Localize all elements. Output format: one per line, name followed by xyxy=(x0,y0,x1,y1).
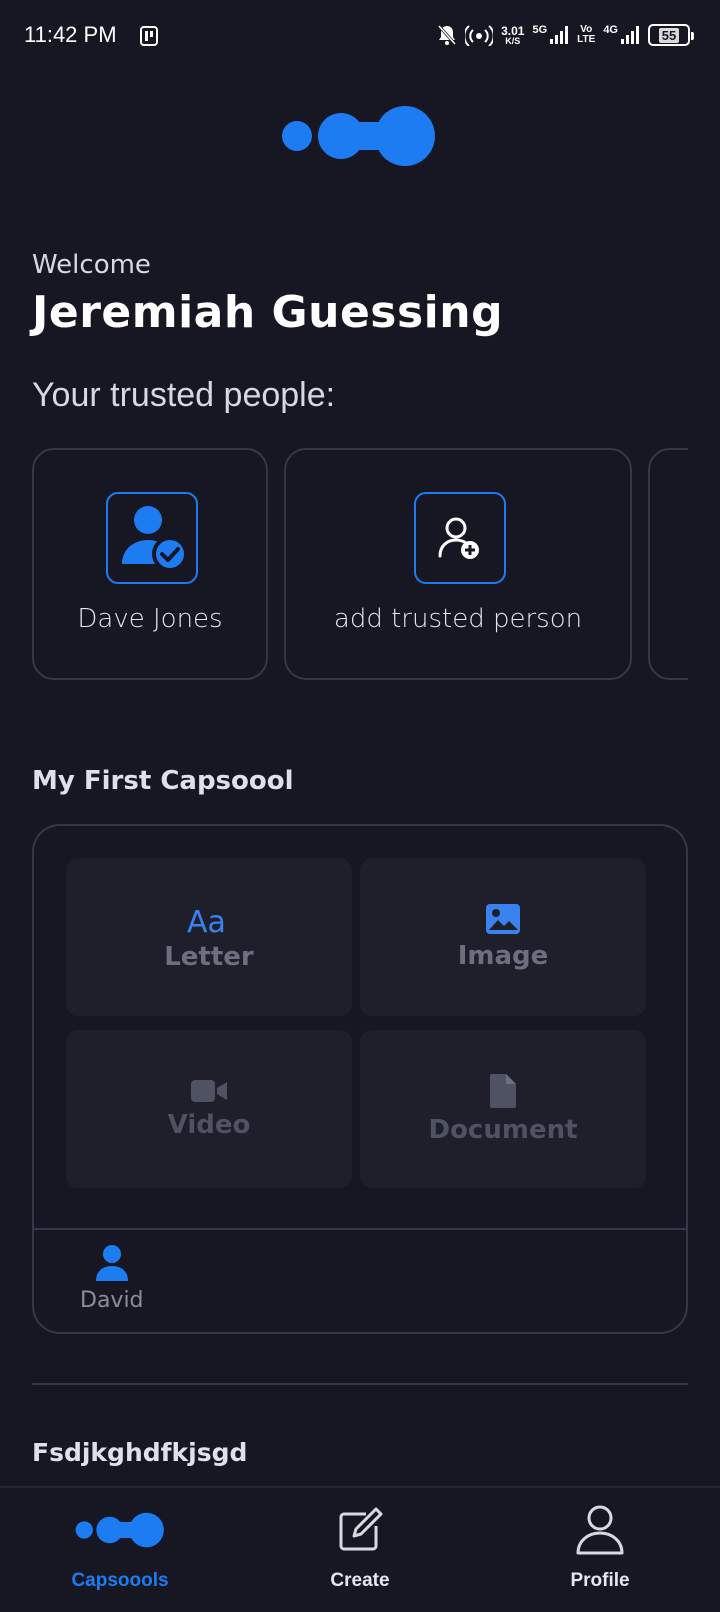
nav-profile[interactable]: Profile xyxy=(500,1488,700,1612)
trusted-person-card[interactable]: Dave Jones xyxy=(32,448,268,680)
capsule-card: Aa Letter Image Video Document David xyxy=(32,824,688,1334)
welcome-label: Welcome xyxy=(32,250,151,280)
capsule-recipient[interactable]: David xyxy=(80,1244,144,1313)
add-user-icon xyxy=(414,492,506,584)
user-name: Jeremiah Guessing xyxy=(32,287,504,338)
image-tile[interactable]: Image xyxy=(360,858,646,1016)
letter-tile[interactable]: Aa Letter xyxy=(66,858,352,1016)
volte-indicator: Vo LTE xyxy=(577,24,596,45)
status-indicators: 3.01 K/S 5G Vo LTE 4G 55 xyxy=(437,20,694,50)
text-letter-icon: Aa xyxy=(187,905,226,936)
section-divider xyxy=(32,1383,688,1385)
signal-4g: 4G xyxy=(603,25,640,45)
trusted-people-carousel[interactable]: Dave Jones add trusted person xyxy=(32,448,688,682)
capsoools-logo-icon xyxy=(75,1512,164,1548)
trusted-person-card-partial[interactable] xyxy=(648,448,688,680)
network-speed: 3.01 K/S xyxy=(501,23,525,46)
tile-label: Video xyxy=(167,1110,251,1140)
signal-5g: 5G xyxy=(532,25,569,45)
svg-text:Aa: Aa xyxy=(187,905,226,936)
bell-off-icon xyxy=(437,25,457,45)
tile-label: Letter xyxy=(164,942,254,972)
nav-create[interactable]: Create xyxy=(260,1488,460,1612)
profile-icon xyxy=(576,1505,624,1555)
document-icon xyxy=(490,1074,516,1108)
tile-label: Image xyxy=(457,941,549,971)
document-tile[interactable]: Document xyxy=(360,1030,646,1188)
bottom-navigation: Capsoools Create Profile xyxy=(0,1486,720,1612)
recipient-name: David xyxy=(80,1288,144,1313)
edit-icon xyxy=(339,1507,383,1551)
trusted-people-title: Your trusted people: xyxy=(32,376,336,414)
status-bar: 11:42 PM 3.01 K/S 5G Vo LTE 4G 55 xyxy=(0,0,720,72)
add-trusted-person-button[interactable]: add trusted person xyxy=(284,448,632,680)
nav-label: Create xyxy=(330,1570,390,1591)
capsule-title: My First Capsoool xyxy=(32,766,294,796)
trusted-person-name: Dave Jones xyxy=(77,604,223,634)
status-time: 11:42 PM xyxy=(24,22,117,47)
nav-capsoools[interactable]: Capsoools xyxy=(20,1488,220,1612)
video-camera-icon xyxy=(191,1080,227,1102)
battery-indicator: 55 xyxy=(648,24,694,46)
nav-label: Capsoools xyxy=(71,1570,169,1591)
nav-label: Profile xyxy=(570,1570,630,1591)
tile-label: Document xyxy=(428,1115,578,1145)
capsoool-logo xyxy=(282,106,435,166)
capsule-divider xyxy=(34,1228,686,1230)
video-tile[interactable]: Video xyxy=(66,1030,352,1188)
image-icon xyxy=(486,904,520,934)
person-icon xyxy=(95,1245,128,1281)
signal-bars-icon xyxy=(621,26,639,44)
signal-bars-icon xyxy=(550,26,569,44)
add-trusted-person-label: add trusted person xyxy=(333,604,583,634)
capsule-title: Fsdjkghdfkjsgd xyxy=(32,1438,248,1467)
hotspot-icon xyxy=(465,25,494,46)
verified-user-icon xyxy=(106,492,198,584)
app-notification-icon xyxy=(140,26,158,46)
